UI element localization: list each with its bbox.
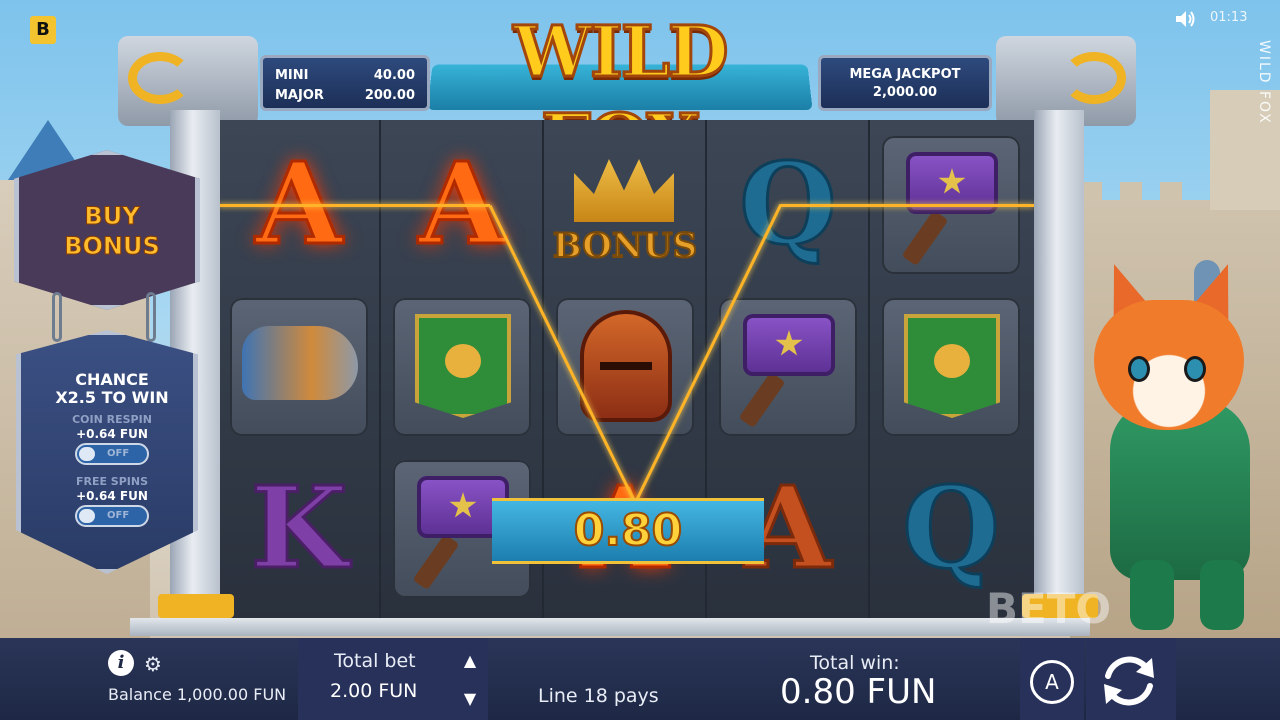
watermark: BETO <box>986 584 1112 633</box>
chance-title-line2: X2.5 TO WIN <box>55 388 169 407</box>
chance-title-line1: CHANCE <box>75 370 149 389</box>
total-win-value: 0.80 FUN <box>780 672 937 712</box>
symbol-banner <box>387 292 537 442</box>
free-spins-toggle[interactable]: OFF <box>75 505 149 527</box>
total-win-label: Total win: <box>810 652 900 674</box>
toggle-knob <box>79 447 95 461</box>
coin-respin-value: +0.64 FUN <box>76 427 148 441</box>
coin-respin-label: COIN RESPIN <box>72 413 152 426</box>
brand-logo: B <box>30 16 56 44</box>
chain-icon <box>52 292 62 342</box>
gear-icon[interactable]: ⚙ <box>144 652 162 676</box>
free-spins-toggle-state: OFF <box>107 510 130 521</box>
buy-bonus-line1: BUY <box>84 202 140 231</box>
triangle-down-icon[interactable]: ▼ <box>456 686 484 712</box>
info-icon[interactable]: i <box>108 650 134 676</box>
symbol-horn <box>224 292 374 442</box>
payline <box>780 204 1034 207</box>
total-bet-value: 2.00 FUN <box>330 680 418 702</box>
free-spins-label: FREE SPINS <box>75 475 149 488</box>
line-pays-text: Line 18 pays <box>538 685 659 707</box>
coin-respin-toggle-state: OFF <box>107 448 130 459</box>
speaker-icon[interactable] <box>1176 11 1196 27</box>
stage-floor <box>130 618 1090 636</box>
chance-panel: CHANCE X2.5 TO WIN COIN RESPIN +0.64 FUN… <box>16 330 198 574</box>
spin-icon[interactable] <box>1094 646 1164 716</box>
coin-respin-toggle[interactable]: OFF <box>75 443 149 465</box>
buy-bonus-line2: BONUS <box>64 232 161 261</box>
win-banner: 0.80 <box>492 498 764 564</box>
symbol-k: K <box>249 463 349 594</box>
symbol-banner <box>876 292 1026 442</box>
free-spins-value: +0.64 FUN <box>76 489 148 503</box>
mega-jackpot-value: 2,000.00 <box>872 85 938 100</box>
mini-value: 40.00 <box>373 68 415 83</box>
autoplay-icon[interactable]: A <box>1030 660 1074 704</box>
mini-label: MINI <box>275 68 309 83</box>
major-label: MAJOR <box>275 88 324 103</box>
clock: 01:13 <box>1210 10 1248 25</box>
mega-jackpot-label: MEGA JACKPOT <box>849 67 961 82</box>
win-amount: 0.80 <box>573 504 684 557</box>
symbol-bonus: BONUS <box>550 130 700 280</box>
bonus-label: BONUS <box>552 225 698 267</box>
total-bet-label: Total bet <box>334 650 416 672</box>
toggle-knob <box>79 509 95 523</box>
jackpot-mini-major-panel: MINI 40.00 MAJOR 200.00 <box>260 55 430 111</box>
triangle-up-icon[interactable]: ▲ <box>456 648 484 674</box>
major-value: 200.00 <box>364 88 415 103</box>
reel-5: Q <box>870 120 1033 620</box>
symbol-hammer <box>713 292 863 442</box>
side-game-title: WILD FOX <box>1256 40 1272 125</box>
symbol-q: Q <box>901 463 1002 594</box>
pillar-base-left <box>158 594 234 618</box>
payline <box>218 204 490 207</box>
pillar-right <box>1034 110 1084 620</box>
chain-icon <box>146 292 156 342</box>
mega-jackpot-panel: MEGA JACKPOT 2,000.00 <box>818 55 992 111</box>
buy-bonus-button[interactable]: BUY BONUS <box>14 150 200 310</box>
balance-display: Balance 1,000.00 FUN <box>108 685 287 704</box>
reel-1: A K <box>218 120 381 620</box>
